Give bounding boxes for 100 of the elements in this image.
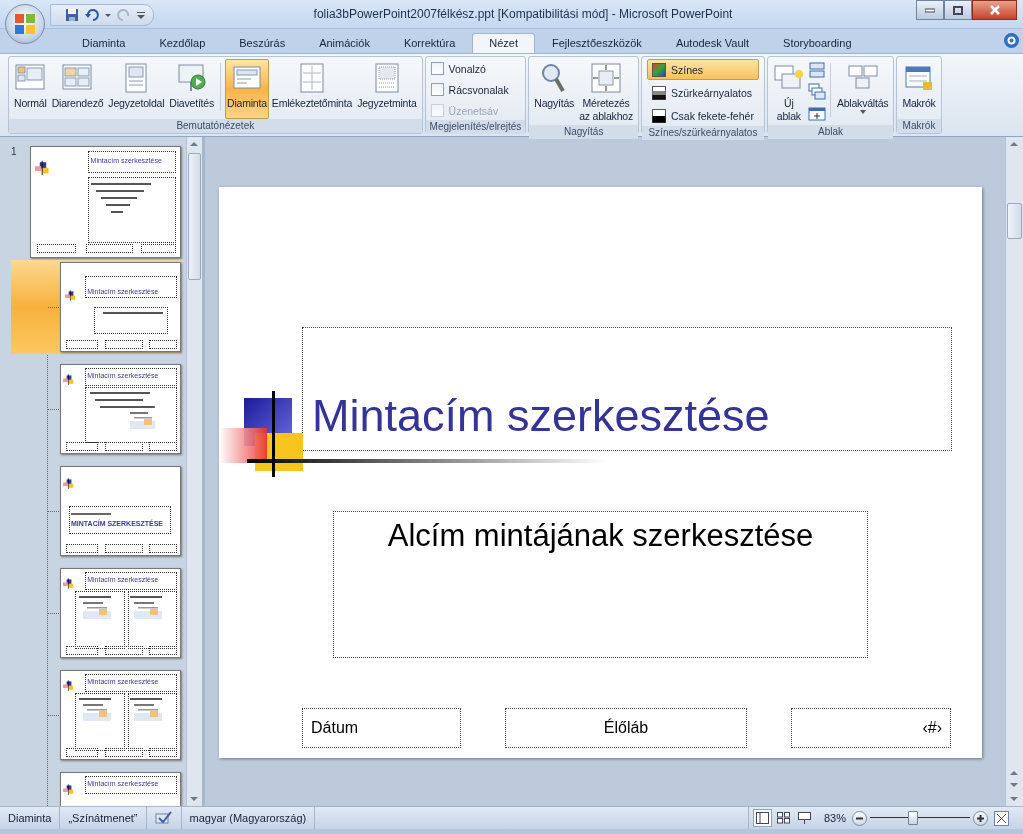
- logo-icon: [63, 679, 75, 691]
- switch-windows-button[interactable]: Ablakváltás: [834, 59, 891, 125]
- restore-icon: [953, 5, 963, 15]
- ribbon-tab[interactable]: Fejlesztőeszközök: [535, 33, 659, 53]
- scroll-up-icon[interactable]: [190, 141, 198, 147]
- ribbon-tab[interactable]: Storyboarding: [766, 33, 869, 53]
- zoom-level: 83%: [822, 812, 847, 824]
- ribbon-button[interactable]: Emlékeztetőminta: [269, 59, 355, 119]
- zoom-out-button[interactable]: [852, 810, 867, 826]
- slideshow-icon: [797, 812, 811, 824]
- ribbon-button[interactable]: Diavetítés: [167, 59, 216, 119]
- checkbox[interactable]: Vonalzó: [430, 59, 509, 78]
- ribbon-button[interactable]: Új ablak: [770, 59, 807, 125]
- arrange-all-icon[interactable]: [807, 61, 826, 79]
- checkbox[interactable]: Rácsvonalak: [430, 80, 509, 99]
- placeholder-outline: [65, 340, 98, 349]
- color-mode-option[interactable]: Csak fekete-fehér: [647, 105, 759, 126]
- help-icon[interactable]: [1004, 33, 1019, 48]
- fit-window-icon: [590, 62, 623, 94]
- slideshow-icon: [175, 62, 208, 94]
- plus-icon: [977, 814, 984, 822]
- ribbon-tab[interactable]: Nézet: [472, 33, 535, 53]
- ribbon-button[interactable]: Makrók: [900, 59, 938, 119]
- move-split-icon[interactable]: [807, 105, 826, 123]
- fit-slide-icon[interactable]: [994, 810, 1009, 826]
- normal-view-icon: [755, 812, 769, 824]
- placeholder-outline: [105, 544, 143, 553]
- scroll-up-icon[interactable]: [1010, 141, 1018, 147]
- title-placeholder[interactable]: [302, 327, 952, 451]
- logo-icon: [63, 783, 75, 795]
- spell-check-icon[interactable]: [154, 811, 173, 825]
- subtitle-placeholder[interactable]: Alcím mintájának szerkesztése: [333, 511, 868, 658]
- rainbow-swatch-icon: [652, 62, 666, 77]
- placeholder-outline: [149, 442, 178, 451]
- caret-icon: [859, 110, 866, 114]
- logo-icon: [63, 577, 75, 589]
- placeholder-outline: [105, 748, 143, 757]
- logo-icon: [35, 159, 51, 175]
- scrollbar[interactable]: [1005, 137, 1023, 806]
- placeholder-outline: [105, 646, 143, 655]
- color-mode-option[interactable]: Színes: [647, 59, 759, 80]
- ribbon-button[interactable]: Diaminta: [225, 59, 269, 119]
- undo-icon[interactable]: [85, 8, 99, 22]
- color-mode-option[interactable]: Szürkeárnyalatos: [647, 82, 759, 103]
- ribbon-button[interactable]: Normál: [12, 59, 49, 119]
- placeholder-outline: [149, 544, 178, 553]
- shaded-swatch-icon: [652, 85, 666, 100]
- previous-slide-icon[interactable]: [1010, 770, 1018, 776]
- save-icon[interactable]: [65, 8, 79, 22]
- ribbon-tab[interactable]: Diaminta: [65, 33, 143, 53]
- placeholder-outline: [105, 340, 143, 349]
- ribbon-tab[interactable]: Korrektúra: [386, 33, 473, 53]
- logo-icon: [63, 373, 75, 385]
- placeholder-outline: [65, 442, 98, 451]
- scroll-down-icon[interactable]: [190, 796, 198, 802]
- ribbon-button[interactable]: Jegyzetoldal: [106, 59, 167, 119]
- placeholder-outline: [149, 340, 178, 349]
- ribbon-tab[interactable]: Animációk: [302, 33, 387, 53]
- ribbon-button[interactable]: Méretezés az ablakhoz: [577, 59, 635, 125]
- office-logo-icon: [13, 12, 37, 36]
- minimize-icon: [925, 7, 935, 13]
- logo-icon: [65, 289, 77, 302]
- ribbon-button[interactable]: Jegyzetminta: [355, 59, 419, 119]
- group-label: Nagyítás: [529, 125, 638, 139]
- placeholder-outline: [36, 243, 77, 254]
- zoom-slider-thumb[interactable]: [908, 811, 918, 825]
- close-button[interactable]: [972, 0, 1017, 20]
- scrollbar[interactable]: [186, 137, 202, 806]
- slide-number: 1: [11, 146, 18, 157]
- logo-icon: [63, 477, 75, 489]
- ribbon-button[interactable]: Diarendező: [49, 59, 106, 119]
- footer-placeholder[interactable]: ‹#›: [791, 708, 951, 748]
- office-button[interactable]: [5, 4, 45, 44]
- group-label: Makrók: [897, 119, 941, 133]
- group-label: Színes/szürkeárnyalatos: [642, 126, 764, 140]
- two-tone-swatch-icon: [652, 108, 666, 123]
- next-slide-icon[interactable]: [1010, 782, 1018, 788]
- zoom-in-button[interactable]: [973, 810, 988, 826]
- ribbon-tab[interactable]: Beszúrás: [222, 33, 303, 53]
- slide-sorter-icon: [776, 812, 790, 824]
- footer-placeholder[interactable]: Élőláb: [505, 708, 747, 748]
- ribbon-tab[interactable]: Autodesk Vault: [658, 33, 767, 53]
- ribbon-button[interactable]: Nagyítás: [532, 59, 577, 125]
- restore-button[interactable]: [944, 0, 972, 20]
- group-label: Ablak: [767, 125, 894, 139]
- group-label: Bemutatónézetek: [9, 119, 422, 133]
- status-text: Diaminta: [0, 807, 61, 829]
- scroll-thumb[interactable]: [1007, 203, 1022, 239]
- placeholder-outline: [149, 748, 178, 757]
- footer-placeholder[interactable]: Dátum: [302, 708, 461, 748]
- slide-subtitle: Alcím mintájának szerkesztése: [386, 517, 815, 554]
- scroll-down-icon[interactable]: [1010, 796, 1018, 802]
- status-text: „Színátmenet”: [60, 807, 147, 829]
- scroll-thumb[interactable]: [188, 153, 201, 280]
- view-button[interactable]: [752, 809, 772, 827]
- text-lines-drawing: [71, 512, 111, 516]
- cascade-icon[interactable]: [807, 83, 826, 101]
- group-label: Megjelenítés/elrejtés: [425, 120, 526, 134]
- ribbon-tab[interactable]: Kezdőlap: [142, 33, 223, 53]
- placeholder-outline: [149, 646, 178, 655]
